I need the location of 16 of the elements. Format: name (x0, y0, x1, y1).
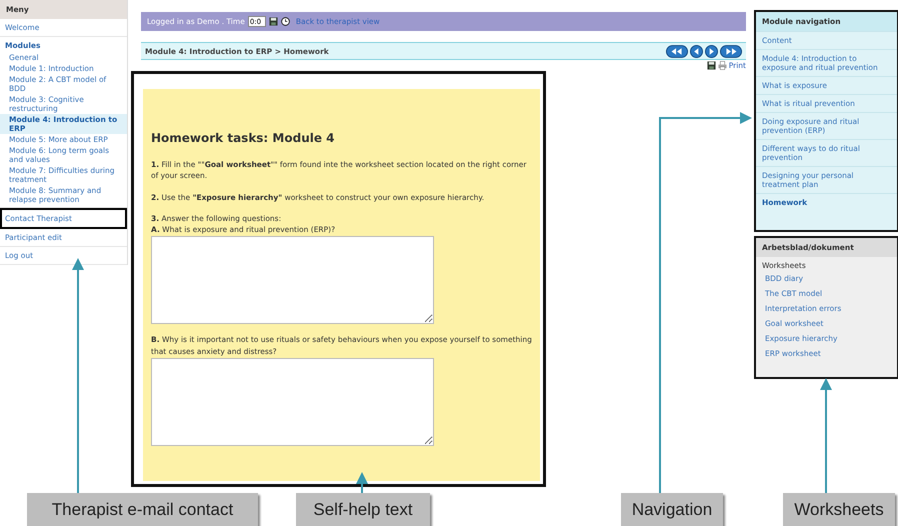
last-page-icon[interactable] (720, 44, 742, 58)
answer-field[interactable] (151, 358, 434, 446)
printer-icon[interactable] (718, 60, 727, 70)
callout-label: Navigation (621, 493, 723, 526)
callout-label: Self-help text (296, 493, 430, 526)
next-icon[interactable] (705, 44, 718, 58)
clock-icon[interactable] (280, 17, 290, 26)
previous-icon[interactable] (690, 44, 703, 58)
callout-label: Worksheets (783, 493, 895, 526)
homework-heading: Homework tasks: Module 4 (151, 131, 336, 145)
save-icon[interactable] (268, 17, 278, 26)
callout-label: Therapist e-mail contact (27, 493, 258, 526)
answer-field[interactable] (151, 236, 434, 324)
save-icon[interactable] (706, 60, 716, 70)
annotation-arrow (356, 472, 368, 493)
first-page-icon[interactable] (666, 44, 688, 58)
